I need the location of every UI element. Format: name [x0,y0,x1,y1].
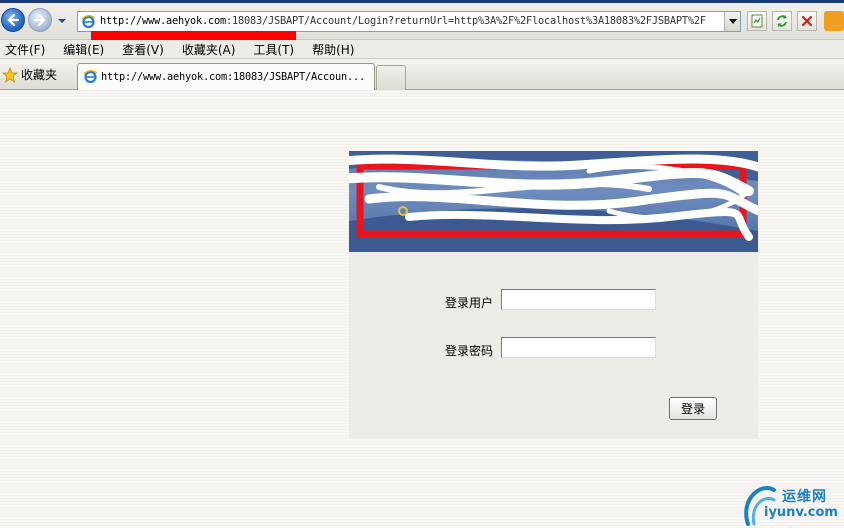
arrow-left-icon [7,13,20,27]
address-url-path: :18083/JSBAPT/Account/Login?returnUrl=ht… [225,15,706,27]
address-field[interactable]: http://www.aehyok.com:18083/JSBAPT/Accou… [77,11,741,32]
history-dropdown-icon[interactable] [56,16,68,26]
close-icon [801,15,813,27]
back-button[interactable] [1,8,25,32]
title-strip [0,0,844,3]
chevron-down-icon [728,18,737,24]
compatibility-icon [751,14,763,28]
password-label: 登录密码 [445,344,494,358]
login-banner [349,151,758,252]
menu-bar: 文件(F) 编辑(E) 查看(V) 收藏夹(A) 工具(T) 帮助(H) [0,40,844,59]
menu-edit[interactable]: 编辑(E) [58,41,104,58]
ie-page-icon [81,15,96,29]
stop-button[interactable] [797,11,817,31]
address-url: http://www.aehyok.com:18083/JSBAPT/Accou… [100,15,706,27]
tab-login-page[interactable]: http://www.aehyok.com:18083/JSBAPT/Accou… [77,63,375,90]
favorites-label: 收藏夹 [21,68,58,82]
menu-view[interactable]: 查看(V) [117,41,164,58]
menu-file[interactable]: 文件(F) [0,41,45,58]
address-dropdown-button[interactable] [724,12,740,31]
watermark-cn: 运维网 [782,489,827,505]
username-label: 登录用户 [445,296,494,310]
login-button[interactable]: 登录 [669,397,717,420]
search-provider-icon[interactable] [824,11,844,31]
ie-page-icon [83,70,98,84]
login-panel: 登录用户 登录密码 登录 [349,252,758,438]
password-input[interactable] [501,337,656,358]
username-input[interactable] [501,289,656,310]
address-toolbar: http://www.aehyok.com:18083/JSBAPT/Accou… [0,0,844,42]
refresh-icon [777,15,787,27]
tab-bar: 收藏夹 http://www.aehyok.com:18083/JSBAPT/A… [0,59,844,90]
arrow-right-icon [33,13,46,27]
compatibility-view-button[interactable] [747,11,767,31]
forward-button[interactable] [28,8,52,32]
banner-graphic [349,151,758,252]
favorites-button[interactable]: 收藏夹 [2,66,57,83]
menu-favorites[interactable]: 收藏夹(A) [177,41,236,58]
new-tab-button[interactable] [376,65,406,90]
refresh-button[interactable] [772,11,792,31]
address-url-host: http://www.aehyok.com [100,15,226,27]
star-icon [2,66,18,83]
menu-help[interactable]: 帮助(H) [307,41,354,58]
watermark-en: iyunv.com [764,505,838,520]
tab-title: http://www.aehyok.com:18083/JSBAPT/Accou… [101,71,365,83]
menu-tools[interactable]: 工具(T) [248,41,294,58]
